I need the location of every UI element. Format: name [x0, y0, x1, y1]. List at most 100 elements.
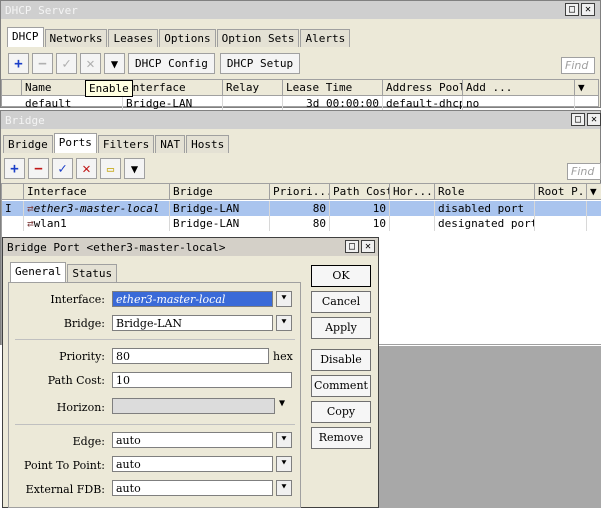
- row-bridge[interactable]: Bridge-LAN: [170, 201, 270, 216]
- maximize-icon[interactable]: □: [345, 240, 359, 253]
- comment-icon[interactable]: ▭: [100, 158, 121, 179]
- col-horizon[interactable]: Hor...: [390, 184, 435, 200]
- col-interface[interactable]: Interface: [123, 80, 223, 96]
- path-cost-input[interactable]: 10: [112, 372, 292, 388]
- tab-dhcp[interactable]: DHCP: [7, 27, 44, 47]
- tab-option-sets[interactable]: Option Sets: [216, 29, 300, 47]
- tab-ports[interactable]: Ports: [53, 133, 97, 153]
- external-fdb-dropdown-icon[interactable]: ⯆: [276, 480, 292, 496]
- bridge-dropdown-icon[interactable]: ⯆: [276, 315, 292, 331]
- columns-dropdown-icon[interactable]: ▼: [575, 80, 599, 96]
- interface-label: Interface:: [50, 293, 105, 306]
- close-icon[interactable]: ✕: [587, 113, 601, 126]
- close-icon[interactable]: ✕: [581, 3, 595, 16]
- bridge-select[interactable]: Bridge-LAN: [112, 315, 273, 331]
- row-flag: [2, 216, 24, 231]
- row-role[interactable]: designated port: [435, 216, 535, 231]
- row-interface[interactable]: Bridge-LAN: [123, 96, 223, 111]
- row-root-port[interactable]: [535, 216, 587, 231]
- row-relay[interactable]: [223, 96, 283, 111]
- external-fdb-select[interactable]: auto: [112, 480, 273, 496]
- enable-icon[interactable]: ✓: [56, 53, 77, 74]
- add-icon[interactable]: +: [4, 158, 25, 179]
- point-to-point-select[interactable]: auto: [112, 456, 273, 472]
- row-priority[interactable]: 80: [270, 216, 330, 231]
- tab-bridge[interactable]: Bridge: [3, 135, 53, 153]
- row-interface[interactable]: ⇄wlan1: [24, 216, 170, 231]
- priority-input[interactable]: 80: [112, 348, 269, 364]
- col-bridge[interactable]: Bridge: [170, 184, 270, 200]
- table-row[interactable]: I ⇄ether3-master-local Bridge-LAN 80 10 …: [2, 201, 601, 216]
- row-bridge[interactable]: Bridge-LAN: [170, 216, 270, 231]
- dhcp-setup-button[interactable]: DHCP Setup: [219, 53, 301, 74]
- table-row[interactable]: ⇄wlan1 Bridge-LAN 80 10 designated port: [2, 216, 601, 231]
- edge-dropdown-icon[interactable]: ⯆: [276, 432, 292, 448]
- tab-networks[interactable]: Networks: [44, 29, 108, 47]
- tab-general[interactable]: General: [10, 262, 67, 282]
- ok-button[interactable]: OK: [311, 265, 371, 287]
- filter-icon[interactable]: ▼: [124, 158, 145, 179]
- tab-status[interactable]: Status: [67, 264, 118, 282]
- filter-icon[interactable]: ▼: [104, 53, 125, 74]
- dhcp-server-window: DHCP Server □ ✕ DHCP Networks Leases Opt…: [0, 0, 601, 111]
- dialog-title-bar[interactable]: Bridge Port <ether3-master-local>: [3, 238, 378, 256]
- row-role[interactable]: disabled port: [435, 201, 535, 216]
- col-interface[interactable]: Interface: [24, 184, 170, 200]
- close-icon[interactable]: ✕: [361, 240, 375, 253]
- tab-nat[interactable]: NAT: [155, 135, 186, 153]
- tab-alerts[interactable]: Alerts: [300, 29, 351, 47]
- tab-leases[interactable]: Leases: [108, 29, 159, 47]
- col-role[interactable]: Role: [435, 184, 535, 200]
- dhcp-title-bar[interactable]: DHCP Server: [1, 1, 600, 19]
- enable-icon[interactable]: ✓: [52, 158, 73, 179]
- row-lease-time[interactable]: 3d 00:00:00: [283, 96, 383, 111]
- cancel-button[interactable]: Cancel: [311, 291, 371, 313]
- columns-dropdown-icon[interactable]: ▼: [587, 184, 601, 200]
- col-root-port[interactable]: Root P...: [535, 184, 587, 200]
- bridge-title-bar[interactable]: Bridge: [1, 111, 600, 129]
- tab-options[interactable]: Options: [159, 29, 216, 47]
- horizon-input[interactable]: [112, 398, 275, 414]
- row-path-cost[interactable]: 10: [330, 201, 390, 216]
- row-root-port[interactable]: [535, 201, 587, 216]
- apply-button[interactable]: Apply: [311, 317, 371, 339]
- point-to-point-label: Point To Point:: [23, 459, 105, 472]
- col-lease-time[interactable]: Lease Time: [283, 80, 383, 96]
- row-name[interactable]: default: [22, 96, 123, 111]
- row-flag: I: [2, 201, 24, 216]
- remove-icon[interactable]: −: [28, 158, 49, 179]
- dhcp-config-button[interactable]: DHCP Config: [128, 53, 215, 74]
- comment-button[interactable]: Comment: [311, 375, 371, 397]
- row-horizon[interactable]: [390, 216, 435, 231]
- row-address-pool[interactable]: default-dhcp: [383, 96, 463, 111]
- row-path-cost[interactable]: 10: [330, 216, 390, 231]
- tab-hosts[interactable]: Hosts: [186, 135, 230, 153]
- col-address-pool[interactable]: Address Pool: [383, 80, 463, 96]
- horizon-label: Horizon:: [56, 401, 105, 414]
- remove-icon[interactable]: −: [32, 53, 53, 74]
- maximize-icon[interactable]: □: [565, 3, 579, 16]
- find-input[interactable]: Find: [567, 163, 601, 180]
- find-input[interactable]: Find: [561, 57, 595, 74]
- maximize-icon[interactable]: □: [571, 113, 585, 126]
- edge-select[interactable]: auto: [112, 432, 273, 448]
- add-icon[interactable]: +: [8, 53, 29, 74]
- horizon-dropdown-icon[interactable]: ▼: [279, 398, 285, 409]
- row-priority[interactable]: 80: [270, 201, 330, 216]
- remove-button[interactable]: Remove: [311, 427, 371, 449]
- col-priority[interactable]: Priori...: [270, 184, 330, 200]
- row-horizon[interactable]: [390, 201, 435, 216]
- row-interface[interactable]: ⇄ether3-master-local: [24, 201, 170, 216]
- row-add[interactable]: no: [463, 96, 575, 111]
- tab-filters[interactable]: Filters: [97, 135, 155, 153]
- disable-icon[interactable]: ✕: [80, 53, 101, 74]
- copy-button[interactable]: Copy: [311, 401, 371, 423]
- col-relay[interactable]: Relay: [223, 80, 283, 96]
- col-add[interactable]: Add ...: [463, 80, 575, 96]
- point-to-point-dropdown-icon[interactable]: ⯆: [276, 456, 292, 472]
- disable-button[interactable]: Disable: [311, 349, 371, 371]
- disable-icon[interactable]: ✕: [76, 158, 97, 179]
- col-path-cost[interactable]: Path Cost: [330, 184, 390, 200]
- interface-dropdown-icon[interactable]: ⯆: [276, 291, 292, 307]
- interface-select[interactable]: ether3-master-local: [112, 291, 273, 307]
